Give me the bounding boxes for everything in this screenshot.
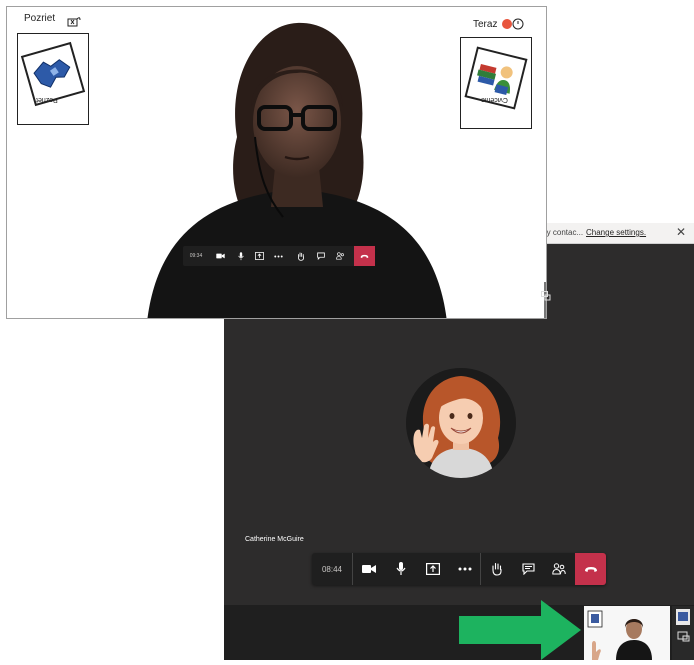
close-icon[interactable]: ✕ (676, 225, 686, 239)
camera-icon (216, 253, 225, 259)
microphone-button-small[interactable] (231, 246, 250, 266)
meeting-controls-small: 09:34 (183, 246, 375, 266)
share-screen-button-small[interactable] (250, 246, 269, 266)
participants-button[interactable] (544, 553, 574, 585)
microphone-button[interactable] (386, 553, 416, 585)
meeting-timer: 08:44 (321, 564, 343, 574)
microphone-icon (396, 562, 406, 575)
teraz-icon (502, 18, 524, 30)
more-actions-button[interactable] (450, 553, 480, 585)
change-settings-link[interactable]: Change settings. (586, 228, 646, 237)
more-actions-button-small[interactable] (269, 246, 288, 266)
share-screen-icon (255, 252, 264, 260)
meeting-timer-small: 09:34 (189, 253, 203, 259)
chat-icon (316, 252, 325, 260)
hang-up-icon (584, 566, 597, 572)
participant-name: Catherine McGuire (245, 536, 304, 543)
pip-side-controls (672, 606, 694, 660)
chat-button-small[interactable] (311, 246, 330, 266)
card-left-label: Pozriet (36, 96, 58, 103)
card-right-label: Cvicenie (481, 96, 508, 103)
card-left-title: Pozriet (24, 13, 56, 24)
participants-icon (336, 252, 344, 260)
meeting-controls: 08:44 (312, 553, 606, 585)
hang-up-button[interactable] (575, 553, 606, 585)
self-view-thumbnail[interactable] (584, 606, 670, 660)
divider (480, 553, 481, 585)
card-pozriet: Pozriet (17, 33, 89, 125)
hang-up-icon (360, 254, 369, 258)
hang-up-button-small[interactable] (354, 246, 375, 266)
divider (352, 553, 353, 585)
raise-hand-button[interactable] (482, 553, 512, 585)
share-screen-icon (426, 563, 440, 575)
camera-button-small[interactable] (211, 246, 230, 266)
participant-avatar (406, 368, 516, 478)
eye-icon (67, 17, 81, 27)
more-icon (458, 567, 472, 571)
raise-hand-icon (297, 252, 304, 261)
microphone-icon (237, 251, 244, 260)
participants-icon (552, 563, 566, 575)
more-icon (274, 255, 283, 257)
chat-icon (521, 563, 535, 575)
pip-card-icon (676, 609, 690, 642)
raise-hand-icon (492, 562, 502, 576)
side-panel-icon[interactable] (541, 291, 551, 301)
card-teraz: Cvicenie (460, 37, 532, 129)
chat-button[interactable] (513, 553, 543, 585)
camera-button[interactable] (354, 553, 384, 585)
camera-icon (362, 565, 376, 573)
presenter-video (147, 22, 447, 318)
map-icon (33, 59, 71, 88)
share-screen-button[interactable] (418, 553, 448, 585)
participants-button-small[interactable] (331, 246, 350, 266)
raise-hand-button-small[interactable] (291, 246, 310, 266)
video-call-window: Pozriet Pozriet Teraz Cvicenie 09:34 (6, 6, 547, 319)
green-arrow-icon (459, 600, 581, 660)
card-right-title: Teraz (473, 19, 498, 30)
